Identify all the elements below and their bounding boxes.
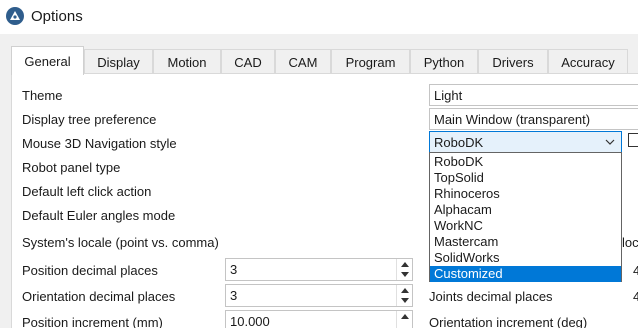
option-label: Mastercam: [434, 234, 499, 249]
option-alphacam[interactable]: Alphacam: [430, 202, 621, 218]
tab-label: Display: [97, 55, 140, 70]
title-bar: Options: [0, 0, 638, 34]
position-decimals-value: 3: [230, 262, 238, 277]
position-increment-spinbox[interactable]: 10.000: [225, 310, 413, 328]
option-solidworks[interactable]: SolidWorks: [430, 250, 621, 266]
navigation-checkbox[interactable]: [628, 133, 638, 147]
option-label: RoboDK: [434, 154, 484, 169]
option-robodk[interactable]: RoboDK: [430, 154, 621, 170]
tab-label: CAD: [234, 55, 262, 70]
theme-label: Theme: [22, 88, 63, 103]
chevron-down-icon: [605, 139, 615, 145]
option-label: Alphacam: [434, 202, 492, 217]
tab-label: Program: [345, 55, 396, 70]
position-increment-label: Position increment (mm): [22, 315, 163, 328]
tab-motion[interactable]: Motion: [153, 49, 221, 75]
option-label: Customized: [434, 266, 503, 281]
navigation-style-value: RoboDK: [434, 135, 484, 150]
window-title: Options: [31, 8, 83, 25]
tab-label: Python: [423, 55, 465, 70]
navigation-style-dropdown: RoboDK TopSolid Rhinoceros Alphacam Work…: [429, 152, 622, 282]
tab-bar: General Display Motion CAD CAM Program P…: [0, 34, 638, 75]
robodk-logo-icon: [6, 7, 24, 25]
spin-up-icon[interactable]: [397, 311, 412, 321]
theme-value: Light: [434, 88, 463, 103]
option-topsolid[interactable]: TopSolid: [430, 170, 621, 186]
option-label: SolidWorks: [434, 250, 500, 265]
orientation-increment-label: Orientation increment (deg): [429, 315, 588, 328]
spin-up-icon[interactable]: [397, 285, 412, 295]
tab-accuracy[interactable]: Accuracy: [548, 49, 628, 75]
tab-label: General: [24, 53, 71, 69]
option-label: WorkNC: [434, 218, 483, 233]
robot-panel-label: Robot panel type: [22, 160, 121, 175]
orientation-decimals-value: 3: [230, 288, 238, 303]
tab-label: Drivers: [492, 55, 534, 70]
display-tree-value: Main Window (transparent): [434, 112, 591, 127]
tab-label: Motion: [167, 55, 207, 70]
theme-select[interactable]: Light: [429, 84, 638, 106]
navigation-style-label: Mouse 3D Navigation style: [22, 136, 177, 151]
position-decimals-label: Position decimal places: [22, 263, 158, 278]
position-increment-value: 10.000: [230, 314, 270, 328]
navigation-style-select[interactable]: RoboDK: [429, 131, 622, 153]
locale-value-clipped: loc: [622, 235, 638, 250]
orientation-decimals-right-clipped: 4: [633, 289, 638, 304]
display-tree-label: Display tree preference: [22, 112, 157, 127]
option-label: TopSolid: [434, 170, 484, 185]
tab-drivers[interactable]: Drivers: [478, 49, 548, 75]
spin-up-icon[interactable]: [397, 259, 412, 269]
joints-decimals-label: Joints decimal places: [429, 289, 553, 304]
tab-python[interactable]: Python: [410, 49, 478, 75]
tab-display[interactable]: Display: [84, 49, 153, 75]
spin-buttons: [396, 285, 412, 306]
option-label: Rhinoceros: [434, 186, 500, 201]
tab-program[interactable]: Program: [331, 49, 410, 75]
option-customized[interactable]: Customized: [430, 266, 621, 282]
spin-down-icon[interactable]: [397, 295, 412, 305]
orientation-decimals-spinbox[interactable]: 3: [225, 284, 413, 307]
option-rhinoceros[interactable]: Rhinoceros: [430, 186, 621, 202]
display-tree-select[interactable]: Main Window (transparent): [429, 108, 638, 130]
left-click-label: Default left click action: [22, 184, 152, 199]
option-worknc[interactable]: WorkNC: [430, 218, 621, 234]
tab-cam[interactable]: CAM: [275, 49, 331, 75]
euler-mode-label: Default Euler angles mode: [22, 208, 176, 223]
orientation-decimals-label: Orientation decimal places: [22, 289, 176, 304]
spin-buttons: [396, 311, 412, 328]
tab-general[interactable]: General: [11, 46, 84, 75]
locale-label: System's locale (point vs. comma): [22, 235, 219, 250]
position-decimals-right-clipped: 4: [633, 263, 638, 278]
position-decimals-spinbox[interactable]: 3: [225, 258, 413, 281]
option-mastercam[interactable]: Mastercam: [430, 234, 621, 250]
spin-down-icon[interactable]: [397, 269, 412, 279]
tab-label: CAM: [288, 55, 318, 70]
tab-cad[interactable]: CAD: [221, 49, 275, 75]
tab-label: Accuracy: [561, 55, 615, 70]
spin-buttons: [396, 259, 412, 280]
